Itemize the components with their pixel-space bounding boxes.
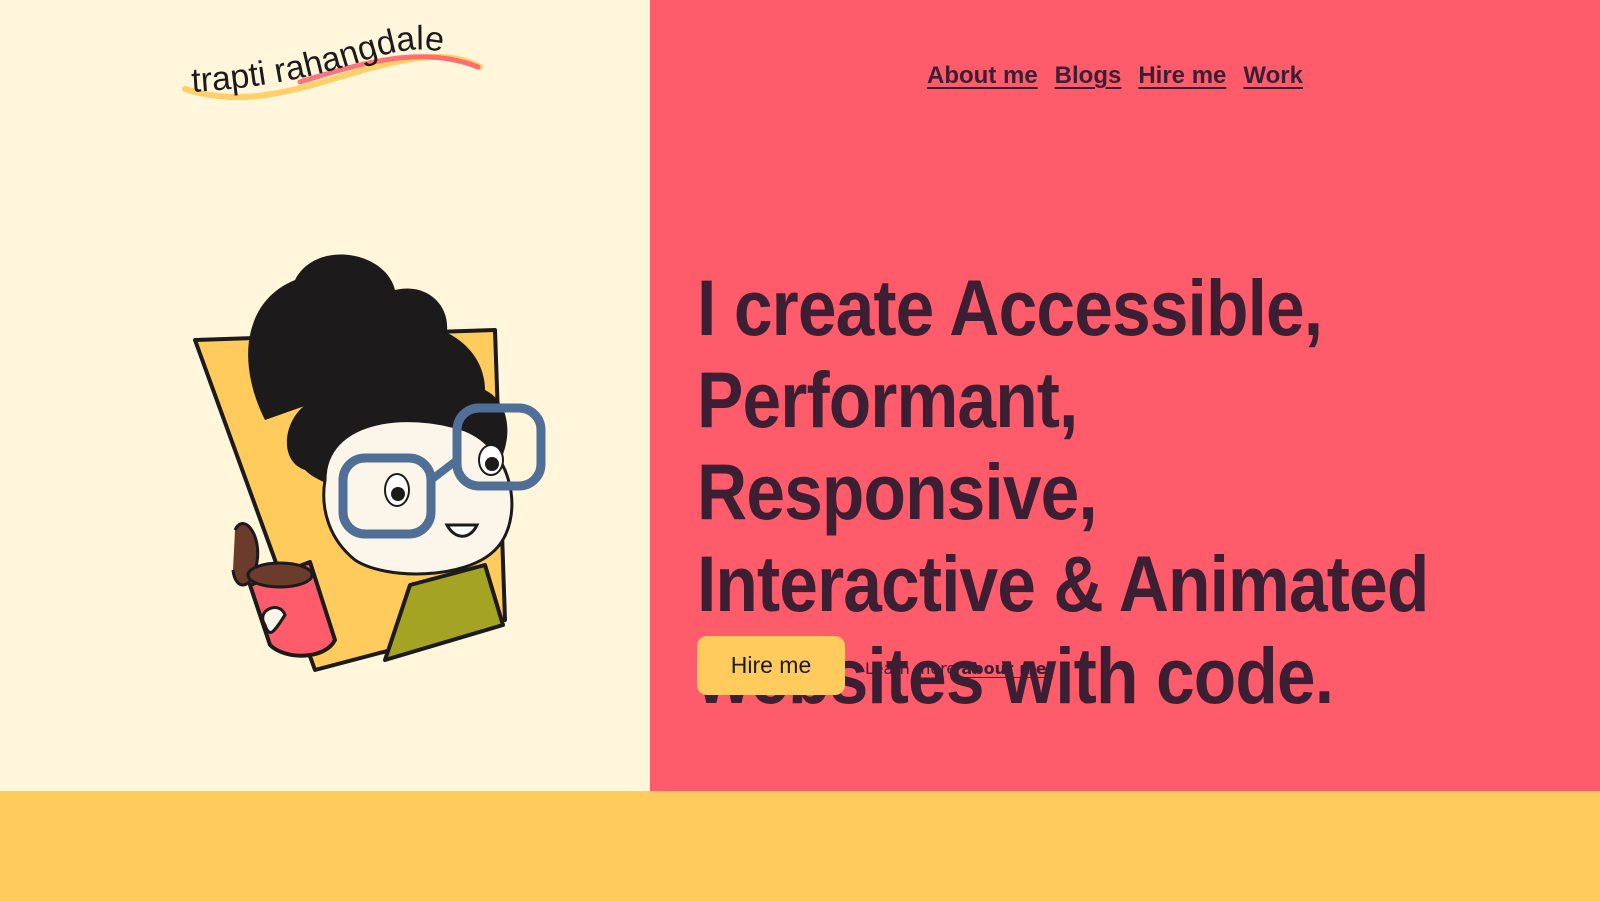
hire-me-button[interactable]: Hire me [697, 636, 845, 695]
avatar-illustration-icon [185, 240, 575, 690]
headline-line-2: Performant, Responsive, [697, 355, 1098, 536]
nav-hire-me[interactable]: Hire me [1138, 62, 1226, 90]
next-section-band [0, 791, 1600, 901]
left-pane: trapti rahangdale [0, 0, 650, 791]
nav-about-me[interactable]: About me [927, 62, 1038, 90]
learn-more-prefix: Learn more [865, 659, 962, 678]
headline-line-1: I create Accessible, [697, 263, 1323, 352]
headline-line-3: Interactive & Animated [697, 539, 1429, 628]
nav-blogs[interactable]: Blogs [1055, 62, 1122, 90]
site-logo[interactable]: trapti rahangdale [180, 19, 490, 112]
nav-work[interactable]: Work [1243, 62, 1303, 90]
cta-row: Hire me Learn more about me. [697, 636, 1053, 695]
page: trapti rahangdale About me Blogs Hire me… [0, 0, 1600, 901]
learn-more-text: Learn more about me. [865, 659, 1053, 678]
about-me-link[interactable]: about me. [961, 659, 1052, 678]
main-nav: About me Blogs Hire me Work [927, 62, 1303, 90]
